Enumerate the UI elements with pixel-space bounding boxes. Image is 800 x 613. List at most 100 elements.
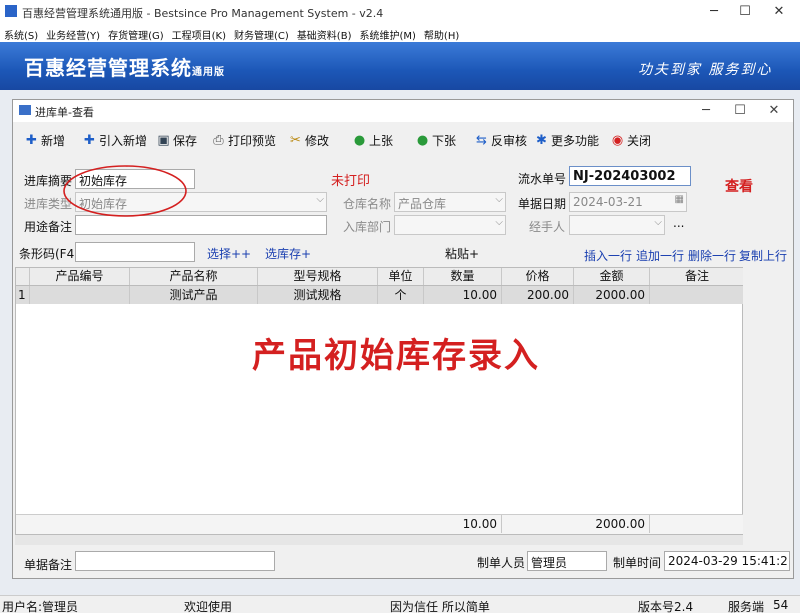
menu-item-system[interactable]: 系统(S) bbox=[0, 24, 42, 42]
dept-label: 入库部门 bbox=[343, 220, 392, 234]
cell-price[interactable]: 200.00 bbox=[502, 286, 574, 304]
remark-input[interactable] bbox=[75, 551, 275, 571]
chevron-down-icon: ⌵ bbox=[654, 217, 662, 228]
form-toolbar: ✚ 新增 ✚ 引入新增 ▣ 保存 ⎙ 打印预览 ✂ 修改 ● 上张 ● 下张 ⇆ 反审核 ✱ 更多… bbox=[13, 128, 793, 152]
total-qty: 10.00 bbox=[424, 515, 502, 533]
select-link[interactable]: 选择++ bbox=[207, 245, 251, 262]
plus-icon: ✚ bbox=[26, 132, 37, 148]
prev-label: 上张 bbox=[369, 133, 394, 148]
cell-code[interactable] bbox=[30, 286, 130, 304]
maker-label: 制单人员 bbox=[477, 556, 526, 570]
remark-label: 单据备注 bbox=[24, 558, 73, 572]
menu-item-business[interactable]: 业务经营(Y) bbox=[42, 24, 104, 42]
overlay-caption: 产品初始库存录入 bbox=[252, 336, 540, 376]
handler-more-button[interactable]: ... bbox=[673, 216, 684, 230]
table-row[interactable]: 1 测试产品 测试规格 个 10.00 200.00 2000.00 bbox=[16, 286, 744, 304]
form-minimize-icon[interactable]: ─ bbox=[689, 100, 723, 122]
append-row-link[interactable]: 追加一行 bbox=[636, 247, 684, 264]
next-label: 下张 bbox=[432, 133, 457, 148]
col-header-amount[interactable]: 金额 bbox=[574, 268, 650, 285]
prev-button[interactable]: ● 上张 bbox=[353, 131, 393, 149]
window-title: 百惠经营管理系统通用版 - Bestsince Pro Management S… bbox=[22, 7, 384, 20]
col-header-qty[interactable]: 数量 bbox=[424, 268, 502, 285]
insert-row-link[interactable]: 插入一行 bbox=[584, 247, 632, 264]
vertical-scrollbar[interactable] bbox=[743, 267, 751, 535]
select-stock-link[interactable]: 选库存+ bbox=[265, 245, 311, 262]
minimize-icon[interactable]: ─ bbox=[697, 0, 731, 24]
paste-link[interactable]: 粘贴+ bbox=[445, 245, 479, 262]
edit-icon: ✂ bbox=[290, 132, 301, 148]
status-motto: 因为信任 所以简单 bbox=[390, 600, 490, 613]
save-button[interactable]: ▣ 保存 bbox=[157, 131, 197, 149]
status-user: 用户名:管理员 bbox=[2, 600, 79, 613]
warehouse-select[interactable]: 产品仓库 ⌵ bbox=[394, 192, 506, 212]
menu-item-maintenance[interactable]: 系统维护(M) bbox=[355, 24, 419, 42]
cell-unit[interactable]: 个 bbox=[378, 286, 424, 304]
menu-item-help[interactable]: 帮助(H) bbox=[420, 24, 463, 42]
close-form-button[interactable]: ◉ 关闭 bbox=[611, 131, 651, 149]
warehouse-label: 仓库名称 bbox=[343, 197, 392, 211]
barcode-input[interactable] bbox=[75, 242, 195, 262]
form-close-icon[interactable]: ✕ bbox=[757, 100, 791, 122]
print-preview-button[interactable]: ⎙ 打印预览 bbox=[212, 131, 276, 149]
cell-note[interactable] bbox=[650, 286, 744, 304]
serial-input[interactable]: NJ-202403002 bbox=[569, 166, 691, 186]
menu-item-project[interactable]: 工程项目(K) bbox=[168, 24, 230, 42]
edit-button[interactable]: ✂ 修改 bbox=[289, 131, 329, 149]
menu-item-finance[interactable]: 财务管理(C) bbox=[230, 24, 293, 42]
cell-qty[interactable]: 10.00 bbox=[424, 286, 502, 304]
col-header-unit[interactable]: 单位 bbox=[378, 268, 424, 285]
cell-spec[interactable]: 测试规格 bbox=[258, 286, 378, 304]
banner-edition: 通用版 bbox=[192, 67, 225, 78]
form-window-icon bbox=[19, 105, 31, 115]
banner-title: 百惠经营管理系统通用版 bbox=[24, 52, 225, 81]
table-header: 产品编号 产品名称 型号规格 单位 数量 价格 金额 备注 bbox=[16, 268, 744, 286]
dept-select[interactable]: ⌵ bbox=[394, 215, 506, 235]
status-welcome: 欢迎使用 bbox=[184, 600, 233, 613]
horizontal-scrollbar[interactable] bbox=[15, 535, 743, 545]
made-time-label: 制单时间 bbox=[613, 556, 662, 570]
more-functions-button[interactable]: ✱ 更多功能 bbox=[535, 131, 599, 149]
date-picker[interactable]: 2024-03-21 ▦ bbox=[569, 192, 687, 212]
close-form-label: 关闭 bbox=[627, 133, 652, 148]
handler-select[interactable]: ⌵ bbox=[569, 215, 665, 235]
maker-input[interactable]: 管理员 bbox=[527, 551, 607, 571]
status-version: 版本号2.4 bbox=[638, 600, 694, 613]
menu-bar: 系统(S) 业务经营(Y) 存货管理(G) 工程项目(K) 财务管理(C) 基础资料(B)… bbox=[0, 24, 800, 42]
col-header-note[interactable]: 备注 bbox=[650, 268, 744, 285]
status-bar: 用户名:管理员 欢迎使用 因为信任 所以简单 版本号2.4 服务端 54 bbox=[0, 595, 800, 613]
col-header-name[interactable]: 产品名称 bbox=[130, 268, 258, 285]
menu-item-basic-data[interactable]: 基础资料(B) bbox=[293, 24, 356, 42]
app-icon bbox=[5, 5, 17, 17]
stock-in-form-window: 进库单-查看 ─ ☐ ✕ ✚ 新增 ✚ 引入新增 ▣ 保存 ⎙ 打印预览 ✂ 修改 ● 上张… bbox=[12, 99, 794, 579]
made-time-input[interactable]: 2024-03-29 15:41:21 bbox=[664, 551, 790, 571]
save-icon: ▣ bbox=[157, 132, 170, 148]
totals-row: 10.00 2000.00 bbox=[16, 514, 744, 534]
form-title: 进库单-查看 bbox=[35, 106, 94, 119]
copy-row-link[interactable]: 复制上行 bbox=[739, 247, 787, 264]
delete-row-link[interactable]: 删除一行 bbox=[688, 247, 736, 264]
col-header-price[interactable]: 价格 bbox=[502, 268, 574, 285]
col-header-spec[interactable]: 型号规格 bbox=[258, 268, 378, 285]
exit-icon: ◉ bbox=[611, 132, 624, 148]
form-maximize-icon[interactable]: ☐ bbox=[723, 100, 757, 122]
purpose-label: 用途备注 bbox=[24, 220, 73, 234]
close-icon[interactable]: ✕ bbox=[762, 0, 796, 24]
save-label: 保存 bbox=[173, 133, 198, 148]
unaudit-button[interactable]: ⇆ 反审核 bbox=[475, 131, 527, 149]
import-new-button[interactable]: ✚ 引入新增 bbox=[83, 131, 147, 149]
unaudit-label: 反审核 bbox=[491, 133, 528, 148]
next-arrow-icon: ● bbox=[416, 132, 429, 148]
maximize-icon[interactable]: ☐ bbox=[728, 0, 762, 24]
edit-label: 修改 bbox=[305, 133, 330, 148]
cell-name[interactable]: 测试产品 bbox=[130, 286, 258, 304]
next-button[interactable]: ● 下张 bbox=[416, 131, 456, 149]
cell-amount[interactable]: 2000.00 bbox=[574, 286, 650, 304]
chevron-down-icon: ⌵ bbox=[495, 217, 503, 228]
menu-item-inventory[interactable]: 存货管理(G) bbox=[104, 24, 168, 42]
highlight-circle bbox=[63, 165, 187, 217]
col-header-code[interactable]: 产品编号 bbox=[30, 268, 130, 285]
more-functions-label: 更多功能 bbox=[551, 133, 600, 148]
row-number: 1 bbox=[16, 286, 30, 304]
new-button[interactable]: ✚ 新增 bbox=[25, 131, 65, 149]
